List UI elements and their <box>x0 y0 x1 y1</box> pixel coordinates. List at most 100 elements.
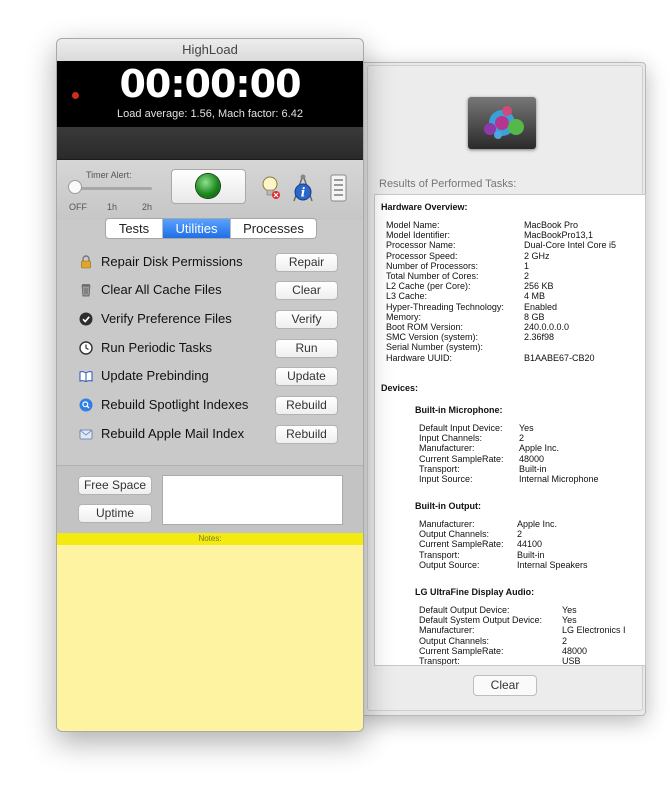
uptime-button[interactable]: Uptime <box>78 504 152 523</box>
rebuild-spotlight-button[interactable]: Rebuild <box>275 396 338 415</box>
device-property-key: Transport: <box>419 549 460 560</box>
mail-icon <box>79 427 93 441</box>
update-button[interactable]: Update <box>275 367 338 386</box>
utility-label: Verify Preference Files <box>101 311 232 326</box>
control-bar: Timer Alert: OFF 1h 2h i <box>57 160 363 220</box>
device-property-key: Transport: <box>419 656 460 666</box>
device-property-value: Internal Speakers <box>517 559 588 570</box>
hardware-value: MacBookPro13,1 <box>524 230 594 241</box>
hardware-key: Model Name: <box>386 220 440 230</box>
book-icon <box>79 369 93 383</box>
device-property-key: Current SampleRate: <box>419 539 504 550</box>
system-profiler-icon[interactable] <box>327 173 349 203</box>
hardware-row: Processor Name: Dual-Core Intel Core i5 <box>386 240 641 250</box>
hardware-row: SMC Version (system): 2.36f98 <box>386 332 641 342</box>
hardware-row: Model Name: MacBook Pro <box>386 220 641 230</box>
device-property-row: Manufacturer: Apple Inc. <box>419 519 639 529</box>
device-property-row: Input Source: Internal Microphone <box>419 474 639 484</box>
device-property-row: Default System Output Device: Yes <box>419 615 639 625</box>
clear-results-button[interactable]: Clear <box>473 675 537 696</box>
device-property-row: Default Output Device: Yes <box>419 605 639 615</box>
hardware-row: Total Number of Cores: 2 <box>386 271 641 281</box>
hardware-row: Memory: 8 GB <box>386 312 641 322</box>
device-property-value: 48000 <box>562 645 588 656</box>
device-property-key: Default Output Device: <box>419 605 510 615</box>
results-drawer: Results of Performed Tasks: Hardware Ove… <box>360 62 646 716</box>
hardware-row: Processor Speed: 2 GHz <box>386 251 641 261</box>
clear-cache-button[interactable]: Clear <box>275 281 338 300</box>
utility-row-clear-cache: Clear All Cache Files Clear <box>57 278 363 306</box>
hardware-value: 4 MB <box>524 291 546 302</box>
hardware-value: Enabled <box>524 301 558 312</box>
device-property-value: Built-in <box>519 463 547 474</box>
hardware-key: Memory: <box>386 311 422 322</box>
timer-alert-slider[interactable] <box>74 187 152 190</box>
device-property-value: Yes <box>519 423 534 433</box>
tab-tests[interactable]: Tests <box>106 219 163 238</box>
start-stop-button[interactable] <box>171 169 246 204</box>
utility-row-periodic-tasks: Run Periodic Tasks Run <box>57 336 363 364</box>
hardware-value: B1AABE67-CB20 <box>524 352 595 363</box>
utility-label: Run Periodic Tasks <box>101 340 213 355</box>
window-title: HighLoad <box>57 39 363 62</box>
svg-text:i: i <box>301 186 306 200</box>
device-property-row: Current SampleRate: 44100 <box>419 539 639 549</box>
device-property-key: Manufacturer: <box>419 443 475 454</box>
device-property-key: Output Channels: <box>419 635 490 646</box>
clock-icon <box>79 341 93 355</box>
rebuild-mail-button[interactable]: Rebuild <box>275 425 338 444</box>
tab-processes[interactable]: Processes <box>231 219 316 238</box>
device-property-value: Apple Inc. <box>517 519 558 529</box>
hardware-value: 240.0.0.0.0 <box>524 322 570 332</box>
bottom-panel: Free Space Uptime <box>57 465 363 533</box>
lightbulb-icon[interactable] <box>260 173 282 203</box>
device-property-value: 44100 <box>517 539 543 550</box>
results-panel: Results of Performed Tasks: Hardware Ove… <box>367 65 646 711</box>
timer-alert-slider-knob[interactable] <box>68 180 82 194</box>
tick-off: OFF <box>69 202 87 212</box>
devices-heading: Devices: <box>381 383 419 393</box>
hardware-key: Model Identifier: <box>386 230 451 241</box>
hardware-row: Number of Processors: 1 <box>386 261 641 271</box>
device-property-row: Output Channels: 2 <box>419 529 639 539</box>
verify-button[interactable]: Verify <box>275 310 338 329</box>
device-property-value: Built-in <box>517 549 545 560</box>
hardware-key: L3 Cache: <box>386 291 428 302</box>
hardware-key: Processor Speed: <box>386 250 458 261</box>
utility-row-mail-index: Rebuild Apple Mail Index Rebuild <box>57 422 363 450</box>
device-property-key: Default Input Device: <box>419 423 503 433</box>
results-text-view[interactable]: Hardware Overview: Model Name: MacBook Pr… <box>374 194 646 666</box>
device-property-key: Input Channels: <box>419 433 483 444</box>
device-property-row: Transport: Built-in <box>419 464 639 474</box>
info-output-box <box>162 475 343 525</box>
mode-tabs: Tests Utilities Processes <box>105 218 317 239</box>
device-property-row: Current SampleRate: 48000 <box>419 454 639 464</box>
device-property-key: Manufacturer: <box>419 625 475 636</box>
hardware-row: Hyper-Threading Technology: Enabled <box>386 302 641 312</box>
timer-display: 00:00:00 Load average: 1.56, Mach factor… <box>57 61 363 127</box>
status-led-icon <box>196 174 220 198</box>
load-average-text: Load average: 1.56, Mach factor: 6.42 <box>117 108 303 120</box>
info-inspector-icon[interactable]: i <box>290 173 313 203</box>
device-property-key: Default System Output Device: <box>419 615 543 626</box>
hardware-key: Hyper-Threading Technology: <box>386 301 504 312</box>
device-property-row: Default Input Device: Yes <box>419 423 639 433</box>
repair-button[interactable]: Repair <box>275 253 338 272</box>
utility-label: Update Prebinding <box>101 368 209 383</box>
hardware-value: MacBook Pro <box>524 220 579 230</box>
utility-label: Rebuild Spotlight Indexes <box>101 397 249 412</box>
device-property-key: Transport: <box>419 463 460 474</box>
device-property-row: Current SampleRate: 48000 <box>419 646 639 656</box>
device-property-value: 2 <box>517 529 523 540</box>
spotlight-icon <box>79 398 93 412</box>
hardware-value: 2.36f98 <box>524 332 555 343</box>
hardware-row: Hardware UUID: B1AABE67-CB20 <box>386 353 641 363</box>
tab-utilities[interactable]: Utilities <box>163 219 231 238</box>
free-space-button[interactable]: Free Space <box>78 476 152 495</box>
device-property-key: Current SampleRate: <box>419 453 504 464</box>
hardware-value: 1 <box>524 260 530 271</box>
graph-strip <box>57 127 363 160</box>
notes-text-area[interactable] <box>57 545 363 731</box>
run-button[interactable]: Run <box>275 339 338 358</box>
device-property-row: Transport: Built-in <box>419 550 639 560</box>
